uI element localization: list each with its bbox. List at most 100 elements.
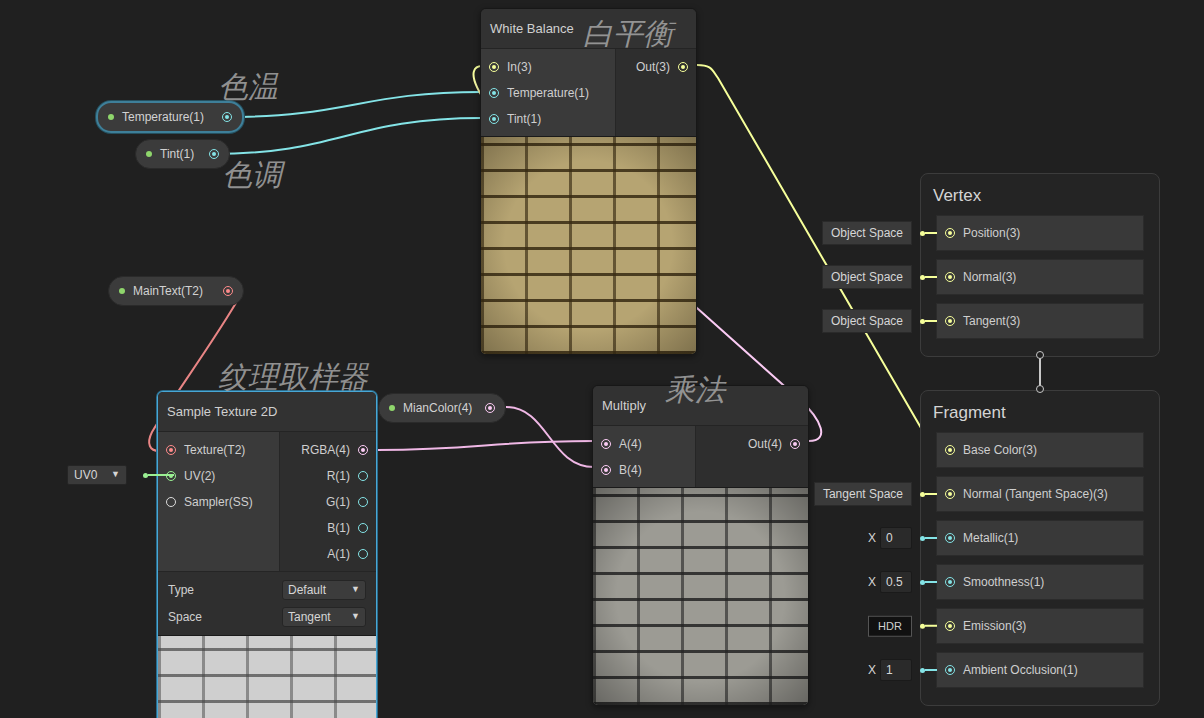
port[interactable]: [166, 497, 176, 507]
node-header[interactable]: Sample Texture 2D: [158, 392, 376, 432]
master-slot[interactable]: Position(3)Object Space: [936, 215, 1144, 251]
node-preview: [158, 635, 376, 718]
uv-dropdown[interactable]: UV0▼: [67, 465, 127, 485]
port[interactable]: [601, 439, 611, 449]
port[interactable]: [945, 577, 955, 587]
port[interactable]: [601, 465, 611, 475]
port[interactable]: [945, 533, 955, 543]
input-slot[interactable]: Sampler(SS): [158, 489, 279, 515]
port[interactable]: [358, 445, 368, 455]
output-slot[interactable]: B(1): [280, 515, 376, 541]
port[interactable]: [489, 88, 499, 98]
master-slot[interactable]: Tangent(3)Object Space: [936, 303, 1144, 339]
graph-node[interactable]: Sample Texture 2D Texture(T2)UV(2)Sampler…: [157, 391, 377, 718]
property-node[interactable]: MianColor(4): [378, 393, 506, 423]
output-slot[interactable]: Out(4): [696, 431, 808, 457]
port-dot: [361, 552, 365, 556]
graph-node[interactable]: White BalanceIn(3)Temperature(1)Tint(1)O…: [480, 8, 697, 355]
port[interactable]: [489, 114, 499, 124]
master-slot[interactable]: Normal (Tangent Space)(3)Tangent Space: [936, 476, 1144, 512]
port[interactable]: [945, 621, 955, 631]
slot-label: Position(3): [963, 224, 1020, 242]
port[interactable]: [222, 112, 232, 122]
output-slot[interactable]: A(1): [280, 541, 376, 567]
inline-input[interactable]: Object Space: [822, 309, 937, 333]
port-dot: [948, 448, 952, 452]
port[interactable]: [209, 149, 219, 159]
port[interactable]: [945, 228, 955, 238]
port[interactable]: [489, 62, 499, 72]
port[interactable]: [223, 286, 233, 296]
hdr-color-field[interactable]: HDR: [868, 616, 912, 637]
port[interactable]: [945, 665, 955, 675]
port[interactable]: [945, 445, 955, 455]
port[interactable]: [358, 471, 368, 481]
inline-input[interactable]: X0.5: [864, 571, 937, 593]
output-slot[interactable]: R(1): [280, 463, 376, 489]
number-field[interactable]: 0.5: [880, 571, 912, 593]
input-slot[interactable]: B(4): [593, 457, 695, 483]
setting-dropdown[interactable]: Default▼: [282, 580, 366, 600]
fragment-context[interactable]: FragmentBase Color(3)Normal (Tangent Spa…: [920, 390, 1160, 706]
inline-input[interactable]: X1: [864, 659, 937, 681]
inline-input[interactable]: Object Space: [822, 265, 937, 289]
port[interactable]: [358, 549, 368, 559]
master-slot[interactable]: Emission(3)HDR: [936, 608, 1144, 644]
property-node[interactable]: Temperature(1): [96, 101, 244, 133]
space-field[interactable]: Object Space: [822, 221, 912, 245]
space-field[interactable]: Tangent Space: [814, 482, 912, 506]
vertex-context[interactable]: Vertex Position(3)Object Space Normal(3)Ob…: [920, 173, 1160, 357]
setting-dropdown[interactable]: Tangent▼: [282, 607, 366, 627]
port[interactable]: [945, 316, 955, 326]
master-slot[interactable]: Metallic(1)X0: [936, 520, 1144, 556]
setting-row: TypeDefault▼: [168, 576, 366, 603]
space-field[interactable]: Object Space: [822, 309, 912, 333]
input-slot[interactable]: Texture(T2): [158, 437, 279, 463]
port[interactable]: [166, 445, 176, 455]
slot-label: RGBA(4): [301, 441, 350, 459]
space-field[interactable]: Object Space: [822, 265, 912, 289]
input-slot[interactable]: In(3): [481, 54, 615, 80]
output-slot[interactable]: G(1): [280, 489, 376, 515]
slot-label: Base Color(3): [963, 441, 1037, 459]
port[interactable]: [678, 62, 688, 72]
property-node[interactable]: Tint(1): [135, 139, 230, 169]
input-slot[interactable]: Temperature(1): [481, 80, 615, 106]
graph-canvas[interactable]: 色温色调白平衡纹理取样器乘法Temperature(1)Tint(1)MainT…: [0, 0, 1204, 718]
inline-input[interactable]: Object Space: [822, 221, 937, 245]
connector-line: [925, 320, 937, 322]
link-dot: [1036, 385, 1044, 393]
uv-input[interactable]: UV0▼: [67, 465, 174, 485]
slot-label: R(1): [327, 467, 350, 485]
input-slot[interactable]: Tint(1): [481, 106, 615, 132]
dropdown-arrow-icon: ▼: [351, 610, 360, 624]
inline-input[interactable]: X0: [864, 527, 937, 549]
axis-label: X: [864, 529, 880, 547]
port[interactable]: [358, 497, 368, 507]
port[interactable]: [166, 471, 176, 481]
port-dot: [948, 231, 952, 235]
port[interactable]: [790, 439, 800, 449]
master-slot[interactable]: Ambient Occlusion(1)X1: [936, 652, 1144, 688]
context-title: Vertex: [921, 182, 1159, 210]
master-slot[interactable]: Smoothness(1)X0.5: [936, 564, 1144, 600]
port[interactable]: [485, 403, 495, 413]
output-slot[interactable]: Out(3): [616, 54, 696, 80]
input-slot[interactable]: UV(2): [158, 463, 279, 489]
inline-input[interactable]: HDR: [868, 616, 937, 637]
number-field[interactable]: 1: [880, 659, 912, 681]
master-slot[interactable]: Base Color(3): [936, 432, 1144, 468]
port[interactable]: [358, 523, 368, 533]
property-label-group: Temperature(1): [108, 108, 204, 126]
number-field[interactable]: 0: [880, 527, 912, 549]
slot-label: A(4): [619, 435, 642, 453]
setting-label: Space: [168, 608, 202, 626]
port[interactable]: [945, 272, 955, 282]
property-node[interactable]: MainText(T2): [108, 276, 244, 306]
output-slot[interactable]: RGBA(4): [280, 437, 376, 463]
inline-input[interactable]: Tangent Space: [814, 482, 937, 506]
graph-node[interactable]: MultiplyA(4)B(4)Out(4): [592, 385, 809, 706]
master-slot[interactable]: Normal(3)Object Space: [936, 259, 1144, 295]
input-slot[interactable]: A(4): [593, 431, 695, 457]
port[interactable]: [945, 489, 955, 499]
